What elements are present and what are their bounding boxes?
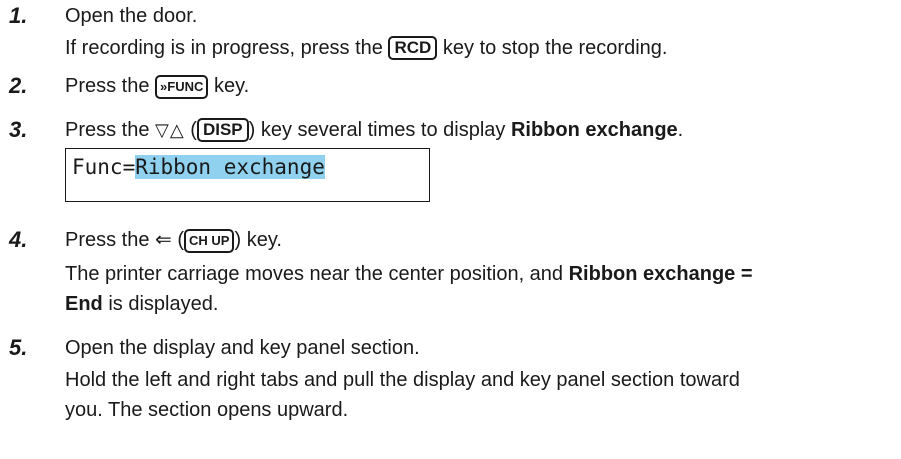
lcd-text: Func=Ribbon exchange	[72, 155, 325, 179]
disp-key: DISP	[196, 118, 249, 142]
step-text: The printer carriage moves near the cent…	[65, 263, 753, 285]
lcd-display: Func=Ribbon exchange	[65, 148, 430, 202]
func-key: »FUNC	[155, 75, 209, 99]
step-number: 4.	[9, 227, 28, 252]
rcd-key: RCD	[388, 36, 438, 60]
step-number: 5.	[9, 335, 28, 360]
step-number: 1.	[9, 3, 28, 28]
step-text: you. The section opens upward.	[65, 399, 349, 421]
step-text: Open the display and key panel section.	[65, 337, 420, 359]
step-text: Hold the left and right tabs and pull th…	[65, 369, 740, 391]
step-text: End is displayed.	[65, 293, 219, 315]
step-text: Press the »FUNC key.	[65, 75, 250, 99]
step-text: Press the ⇐ (CH UP) key.	[65, 229, 282, 253]
step-text: Open the door.	[65, 5, 198, 27]
lcd-highlight: Ribbon exchange	[135, 155, 325, 179]
enter-icon: ⇐	[155, 229, 172, 251]
step-text: If recording is in progress, press the R…	[65, 36, 668, 60]
step-number: 2.	[9, 73, 28, 98]
step-number: 3.	[9, 117, 28, 142]
ch-up-key: CH UP	[184, 229, 235, 253]
step-text: Press the ▽△ (DISP) key several times to…	[65, 118, 684, 142]
up-down-arrow-icon: ▽△	[155, 120, 185, 140]
